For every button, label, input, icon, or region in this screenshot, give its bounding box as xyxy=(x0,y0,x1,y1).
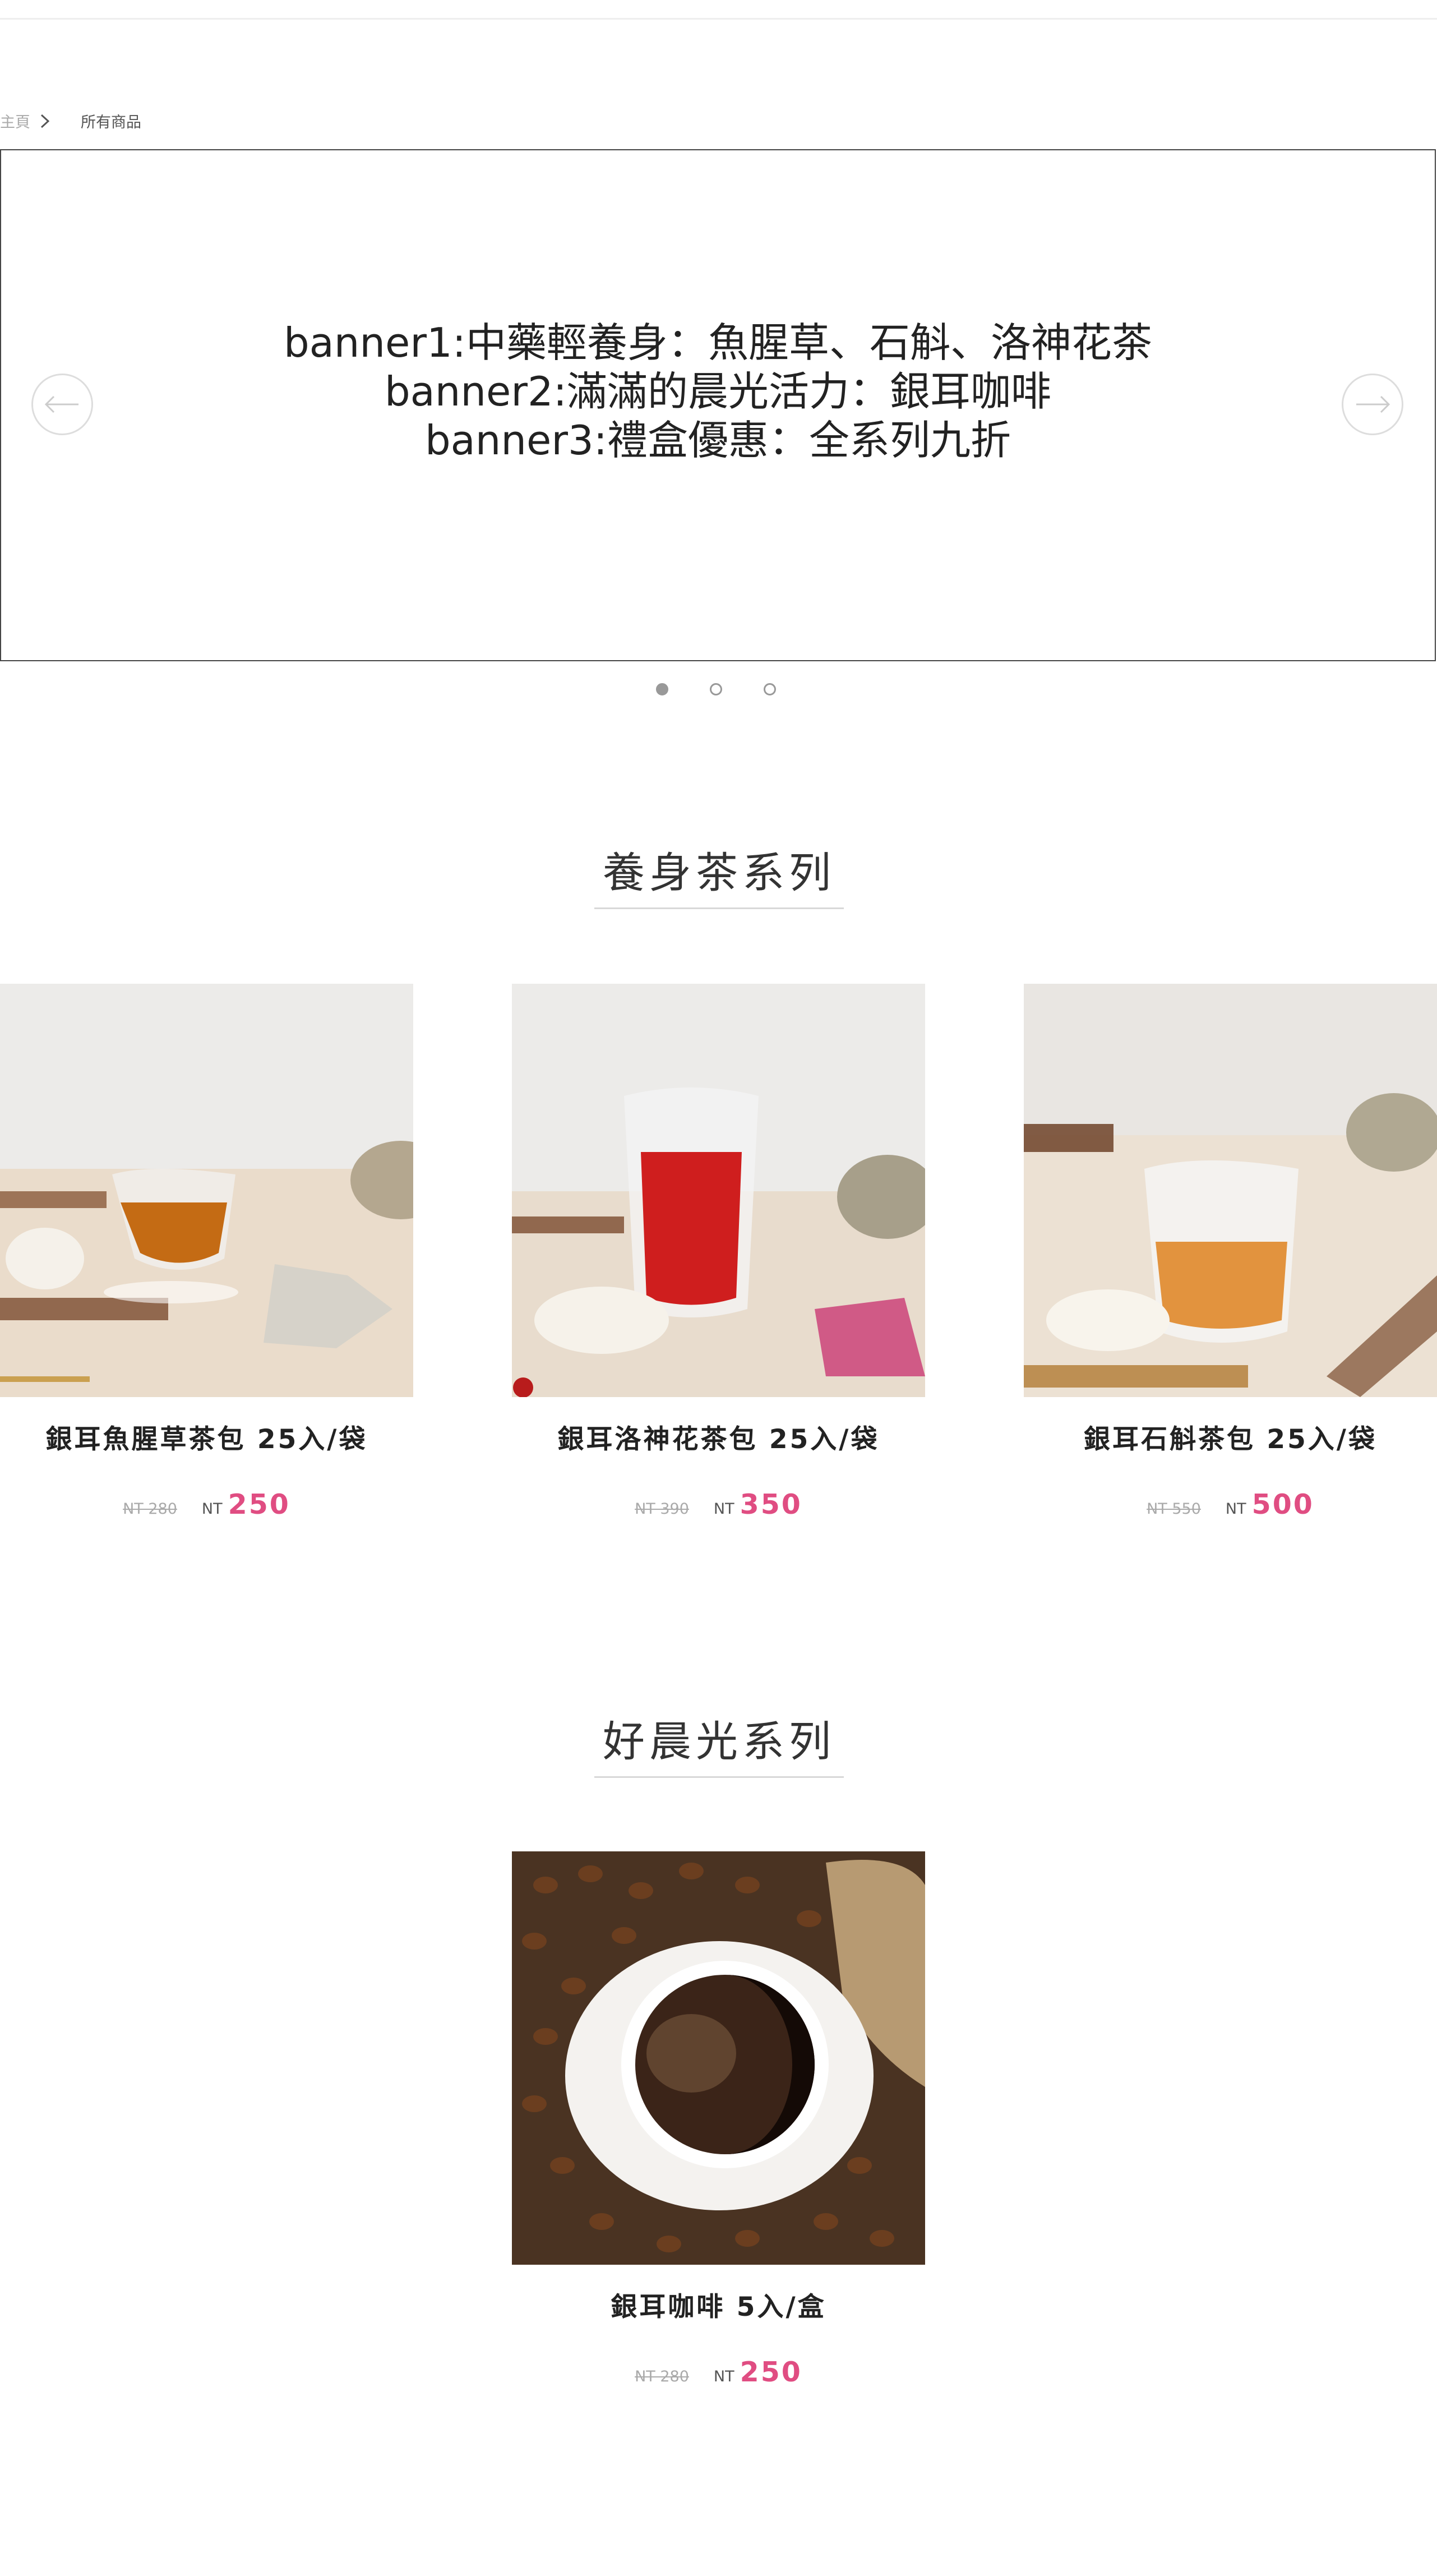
original-price: NT 550 xyxy=(1147,1500,1201,1518)
breadcrumb: 主頁 所有商品 xyxy=(0,107,141,135)
price-row: NT 280 NT 250 xyxy=(0,1489,413,1520)
chevron-right-icon xyxy=(30,112,58,130)
section-title-health-tea: 養身茶系列 xyxy=(594,838,844,909)
arrow-right-icon xyxy=(1356,395,1390,413)
carousel-dot-2[interactable] xyxy=(710,683,722,695)
banner-carousel: banner1:中藥輕養身：魚腥草、石斛、洛神花茶 banner2:滿滿的晨光活… xyxy=(0,149,1436,661)
product-card[interactable]: 銀耳魚腥草茶包 25入/袋 NT 280 NT 250 xyxy=(0,984,413,1520)
arrow-left-icon xyxy=(44,395,78,413)
sale-price: 500 xyxy=(1251,1489,1314,1520)
carousel-prev-button[interactable] xyxy=(31,374,93,435)
product-image[interactable] xyxy=(512,1851,925,2265)
carousel-next-button[interactable] xyxy=(1342,374,1403,435)
product-name[interactable]: 銀耳魚腥草茶包 25入/袋 xyxy=(0,1417,413,1456)
price-row: NT 550 NT 500 xyxy=(1024,1489,1437,1520)
currency-label: NT xyxy=(1225,1500,1246,1518)
section-title-morning: 好晨光系列 xyxy=(594,1707,844,1778)
original-price: NT 280 xyxy=(635,2368,689,2385)
product-card[interactable]: 銀耳洛神花茶包 25入/袋 NT 390 NT 350 xyxy=(512,984,925,1520)
product-name[interactable]: 銀耳咖啡 5入/盒 xyxy=(512,2285,925,2324)
top-bar xyxy=(0,0,1437,20)
price-row: NT 390 NT 350 xyxy=(512,1489,925,1520)
product-card[interactable]: 銀耳石斛茶包 25入/袋 NT 550 NT 500 xyxy=(1024,984,1437,1520)
product-name[interactable]: 銀耳洛神花茶包 25入/袋 xyxy=(512,1417,925,1456)
banner-text: banner1:中藥輕養身：魚腥草、石斛、洛神花茶 banner2:滿滿的晨光活… xyxy=(1,319,1435,465)
sale-price: 350 xyxy=(740,1489,802,1520)
carousel-dot-1[interactable] xyxy=(656,683,668,695)
sale-price: 250 xyxy=(740,2356,802,2388)
product-image[interactable] xyxy=(1024,984,1437,1397)
currency-label: NT xyxy=(713,1500,734,1518)
price-row: NT 280 NT 250 xyxy=(512,2356,925,2388)
breadcrumb-home-link[interactable]: 主頁 xyxy=(0,110,30,132)
carousel-dot-3[interactable] xyxy=(764,683,776,695)
carousel-indicators xyxy=(656,683,817,695)
product-image[interactable] xyxy=(512,984,925,1397)
original-price: NT 390 xyxy=(635,1500,689,1518)
sale-price: 250 xyxy=(228,1489,290,1520)
original-price: NT 280 xyxy=(123,1500,177,1518)
banner-line-1: banner1:中藥輕養身：魚腥草、石斛、洛神花茶 xyxy=(283,319,1153,366)
banner-line-3: banner3:禮盒優惠：全系列九折 xyxy=(424,417,1011,464)
product-name[interactable]: 銀耳石斛茶包 25入/袋 xyxy=(1024,1417,1437,1456)
banner-line-2: banner2:滿滿的晨光活力：銀耳咖啡 xyxy=(384,368,1052,415)
product-image[interactable] xyxy=(0,984,413,1397)
breadcrumb-current: 所有商品 xyxy=(81,113,141,131)
currency-label: NT xyxy=(713,2368,734,2385)
currency-label: NT xyxy=(201,1500,223,1518)
product-card[interactable]: 銀耳咖啡 5入/盒 NT 280 NT 250 xyxy=(512,1851,925,2388)
